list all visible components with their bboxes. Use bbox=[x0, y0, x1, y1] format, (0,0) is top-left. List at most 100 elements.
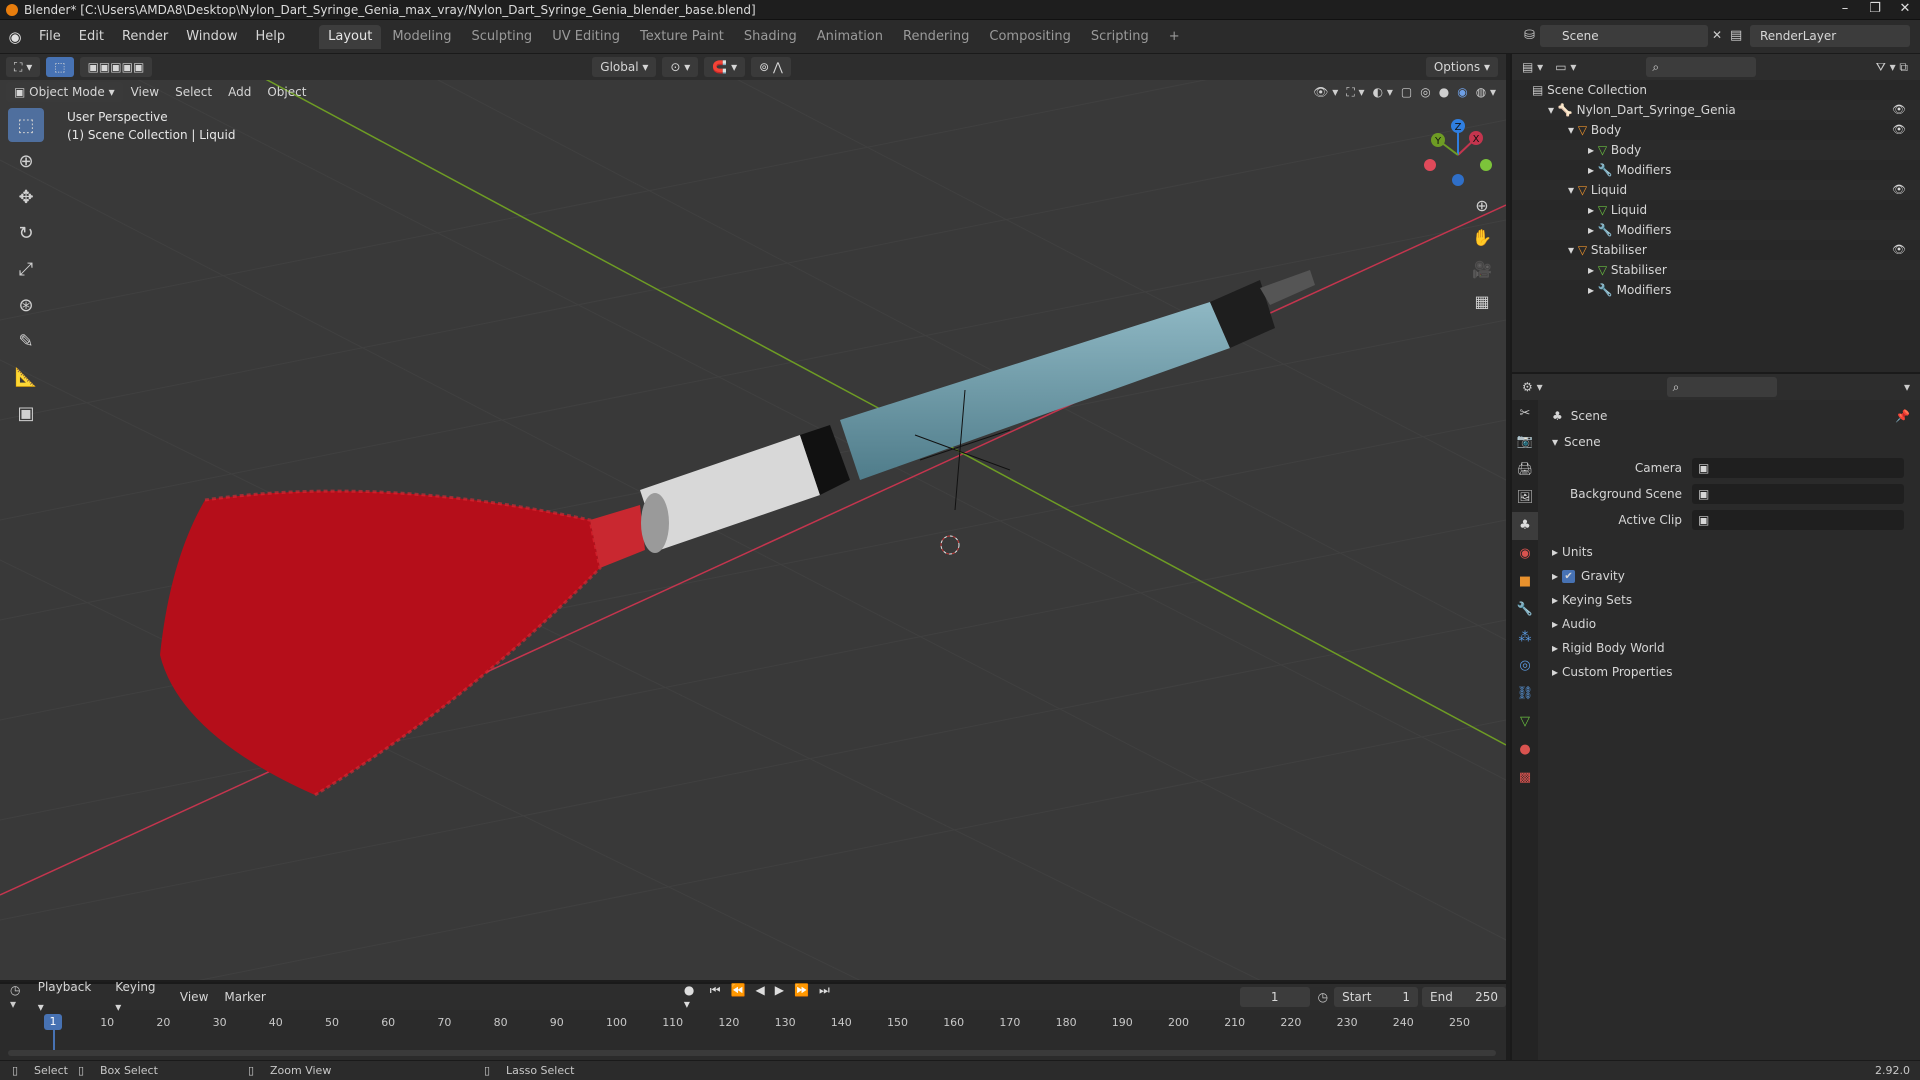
constraints-tab-icon[interactable]: ⛓ bbox=[1512, 680, 1538, 708]
prev-keyframe-icon[interactable]: ⏪ bbox=[731, 983, 746, 1011]
expand-chevron-icon[interactable]: ▾ bbox=[1568, 123, 1578, 137]
tab-sculpting[interactable]: Sculpting bbox=[462, 25, 541, 49]
particles-tab-icon[interactable]: ⁂ bbox=[1512, 624, 1538, 652]
visibility-icon[interactable]: 👁 ▾ bbox=[1313, 85, 1338, 100]
renderlayer-icon[interactable]: ▤ bbox=[1730, 28, 1742, 43]
outliner-row[interactable]: ▸ ▽ Stabiliser bbox=[1512, 260, 1920, 280]
jump-start-icon[interactable]: ⏮ bbox=[710, 983, 721, 1011]
add-workspace-icon[interactable]: + bbox=[1160, 25, 1189, 49]
outliner-row[interactable]: ▾ 🦴 Nylon_Dart_Syringe_Genia 👁 bbox=[1512, 100, 1920, 120]
rendered-shading-icon[interactable]: ◍ ▾ bbox=[1476, 85, 1496, 100]
expand-chevron-icon[interactable]: ▾ bbox=[1568, 183, 1578, 197]
current-frame-field[interactable]: 1 bbox=[1239, 987, 1310, 1007]
menu-help[interactable]: Help bbox=[247, 20, 295, 54]
world-tab-icon[interactable]: ◉ bbox=[1512, 540, 1538, 568]
timeline-scrollbar[interactable] bbox=[8, 1050, 1496, 1056]
data-tab-icon[interactable]: ▽ bbox=[1512, 708, 1538, 736]
material-tab-icon[interactable]: ● bbox=[1512, 736, 1538, 764]
property-section-header[interactable]: ▸ Units bbox=[1542, 540, 1920, 564]
annotate-tool-icon[interactable]: ✎ bbox=[8, 324, 44, 358]
expand-chevron-icon[interactable]: ▸ bbox=[1588, 283, 1598, 297]
blender-menu-icon[interactable]: ◉ bbox=[0, 28, 30, 46]
tool-tab-icon[interactable]: ✂ bbox=[1512, 400, 1538, 428]
select-box-tool-icon[interactable]: ⬚ bbox=[8, 108, 44, 142]
delete-scene-icon[interactable]: ✕ bbox=[1712, 28, 1722, 42]
menu-edit[interactable]: Edit bbox=[70, 20, 113, 54]
outliner-row[interactable]: ▸ 🔧 Modifiers bbox=[1512, 280, 1920, 300]
options-dropdown[interactable]: Options ▾ bbox=[1425, 57, 1498, 77]
scene-panel-header[interactable]: ▾ Scene bbox=[1542, 430, 1920, 454]
tab-modeling[interactable]: Modeling bbox=[383, 25, 460, 49]
tab-animation[interactable]: Animation bbox=[808, 25, 892, 49]
outliner-row[interactable]: ▸ ▽ Body bbox=[1512, 140, 1920, 160]
outliner-row[interactable]: ▾ ▽ Liquid 👁 bbox=[1512, 180, 1920, 200]
property-section-header[interactable]: ▸ Custom Properties bbox=[1542, 660, 1920, 684]
expand-chevron-icon[interactable]: ▸ bbox=[1588, 203, 1598, 217]
gravity-checkbox[interactable]: ✔ bbox=[1562, 569, 1576, 583]
modifier-tab-icon[interactable]: 🔧 bbox=[1512, 596, 1538, 624]
close-icon[interactable]: ✕ bbox=[1890, 0, 1920, 20]
expand-chevron-icon[interactable]: ▾ bbox=[1548, 103, 1558, 117]
pin-icon[interactable]: 📌 bbox=[1895, 404, 1910, 428]
expand-chevron-icon[interactable]: ▸ bbox=[1588, 263, 1598, 277]
camera-view-icon[interactable]: 🎥 bbox=[1468, 256, 1496, 284]
view-layer-tab-icon[interactable]: 🖼 bbox=[1512, 484, 1538, 512]
scene-tab-icon[interactable]: ♣ bbox=[1512, 512, 1538, 540]
expand-chevron-icon[interactable]: ▸ bbox=[1588, 163, 1598, 177]
viewport-menu-object[interactable]: Object bbox=[259, 82, 314, 102]
outliner-row[interactable]: ▸ ▽ Liquid bbox=[1512, 200, 1920, 220]
property-section-header[interactable]: ▸ ✔ Gravity bbox=[1542, 564, 1920, 588]
scene-collection-row[interactable]: ▤ Scene Collection bbox=[1512, 80, 1920, 100]
properties-editor-icon[interactable]: ⚙ ▾ bbox=[1522, 380, 1543, 394]
properties-search-input[interactable]: ⌕ bbox=[1666, 377, 1777, 397]
menu-file[interactable]: File bbox=[30, 20, 70, 54]
expand-chevron-icon[interactable]: ▸ bbox=[1588, 143, 1598, 157]
property-field-input[interactable]: ▣ bbox=[1692, 484, 1904, 504]
tab-rendering[interactable]: Rendering bbox=[894, 25, 978, 49]
outliner-row[interactable]: ▾ ▽ Stabiliser 👁 bbox=[1512, 240, 1920, 260]
play-reverse-icon[interactable]: ◀ bbox=[756, 983, 765, 1011]
measure-tool-icon[interactable]: 📐 bbox=[8, 360, 44, 394]
expand-chevron-icon[interactable]: ▸ bbox=[1588, 223, 1598, 237]
visibility-eye-icon[interactable]: 👁 bbox=[1892, 100, 1906, 120]
menu-playback[interactable]: Playback ▾ bbox=[30, 977, 108, 1017]
minimize-icon[interactable]: – bbox=[1830, 0, 1860, 20]
cursor-tool-icon[interactable]: ⊕ bbox=[8, 144, 44, 178]
editor-type-icon[interactable]: ⛶ ▾ bbox=[6, 57, 41, 77]
physics-tab-icon[interactable]: ◎ bbox=[1512, 652, 1538, 680]
tab-uv-editing[interactable]: UV Editing bbox=[543, 25, 629, 49]
tab-scripting[interactable]: Scripting bbox=[1082, 25, 1158, 49]
filter-icon[interactable]: ⛛ ▾ ⧉ bbox=[1876, 60, 1908, 75]
outliner-row[interactable]: ▾ ▽ Body 👁 bbox=[1512, 120, 1920, 140]
scale-tool-icon[interactable]: ⤢ bbox=[8, 252, 44, 286]
xray-icon[interactable]: ▢ bbox=[1401, 85, 1412, 100]
outliner-row[interactable]: ▸ 🔧 Modifiers bbox=[1512, 160, 1920, 180]
grid-view-icon[interactable]: ▦ bbox=[1468, 288, 1496, 316]
property-section-header[interactable]: ▸ Audio bbox=[1542, 612, 1920, 636]
texture-tab-icon[interactable]: ▩ bbox=[1512, 764, 1538, 792]
display-mode-icon[interactable]: ▭ ▾ bbox=[1555, 60, 1576, 74]
transform-tool-icon[interactable]: ⊛ bbox=[8, 288, 44, 322]
tab-texture-paint[interactable]: Texture Paint bbox=[631, 25, 733, 49]
menu-window[interactable]: Window bbox=[177, 20, 246, 54]
object-tab-icon[interactable]: ■ bbox=[1512, 568, 1538, 596]
wireframe-shading-icon[interactable]: ◎ bbox=[1420, 85, 1430, 100]
output-tab-icon[interactable]: 🖨 bbox=[1512, 456, 1538, 484]
3d-viewport[interactable] bbox=[0, 80, 1506, 980]
material-shading-icon[interactable]: ◉ bbox=[1457, 85, 1467, 100]
playhead[interactable]: 1 bbox=[44, 1014, 62, 1030]
solid-shading-icon[interactable]: ● bbox=[1439, 85, 1449, 100]
zoom-icon[interactable]: ⊕ bbox=[1468, 192, 1496, 220]
outliner-row[interactable]: ▸ 🔧 Modifiers bbox=[1512, 220, 1920, 240]
property-field-input[interactable]: ▣ bbox=[1692, 510, 1904, 530]
navigation-gizmo[interactable]: Z X Y bbox=[1420, 110, 1496, 200]
overlay-icon[interactable]: ◐ ▾ bbox=[1373, 85, 1393, 100]
visibility-eye-icon[interactable]: 👁 bbox=[1892, 120, 1906, 140]
viewport-menu-select[interactable]: Select bbox=[167, 82, 220, 102]
maximize-icon[interactable]: ❐ bbox=[1860, 0, 1890, 20]
scene-selector[interactable]: Scene bbox=[1540, 25, 1708, 47]
pivot-icon[interactable]: ⊙ ▾ bbox=[662, 57, 699, 77]
viewport-menu-add[interactable]: Add bbox=[220, 82, 259, 102]
gizmo-toggle-icon[interactable]: ⛶ ▾ bbox=[1346, 85, 1364, 100]
render-layer-selector[interactable]: RenderLayer bbox=[1750, 25, 1910, 47]
